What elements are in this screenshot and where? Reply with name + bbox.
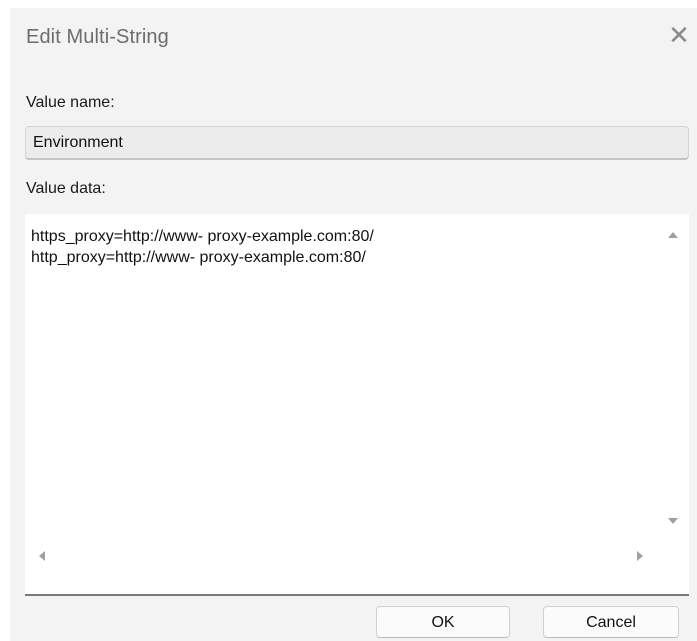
scroll-left-arrow-icon[interactable] (39, 551, 45, 561)
value-data-line: https_proxy=http://www- proxy-example.co… (31, 228, 374, 245)
dialog-title: Edit Multi-String (26, 26, 169, 48)
value-data-textarea[interactable]: https_proxy=http://www- proxy-example.co… (25, 214, 689, 596)
ok-button[interactable]: OK (376, 606, 510, 638)
value-name-label: Value name: (26, 94, 115, 111)
scroll-right-arrow-icon[interactable] (637, 551, 643, 561)
title-bar[interactable]: Edit Multi-String ✕ (10, 8, 697, 74)
value-data-line: http_proxy=http://www- proxy-example.com… (31, 249, 366, 266)
close-icon: ✕ (668, 21, 690, 51)
edit-multi-string-dialog: Edit Multi-String ✕ Value name: Environm… (10, 8, 697, 641)
cancel-button[interactable]: Cancel (543, 606, 679, 638)
scroll-up-arrow-icon[interactable] (668, 232, 678, 238)
value-data-label: Value data: (26, 180, 106, 197)
value-name-field[interactable]: Environment (25, 126, 689, 160)
scroll-down-arrow-icon[interactable] (668, 518, 678, 524)
value-data-text: https_proxy=http://www- proxy-example.co… (31, 226, 374, 268)
close-button[interactable]: ✕ (665, 22, 693, 50)
